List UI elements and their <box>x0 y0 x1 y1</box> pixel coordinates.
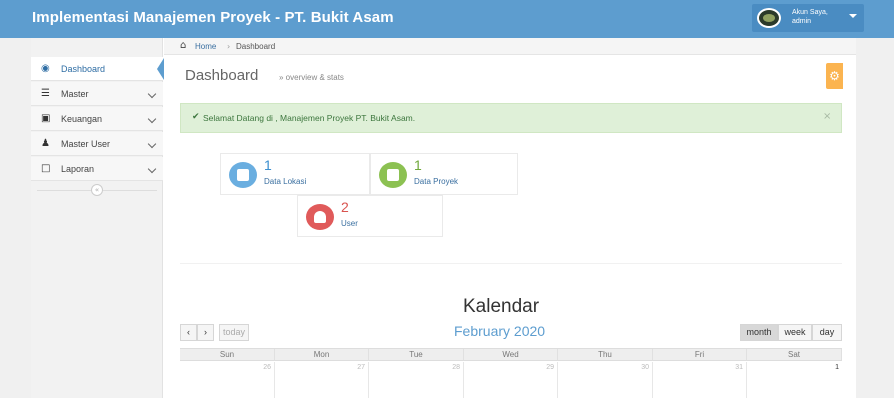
breadcrumb: ⌂ Home › Dashboard <box>164 38 856 55</box>
calendar-month-label: February 2020 <box>454 323 546 339</box>
stat-data-proyek[interactable]: 1 Data Proyek <box>370 153 518 195</box>
sidebar-item-label: Keuangan <box>61 114 103 124</box>
stat-label: Data Proyek <box>414 177 459 186</box>
breadcrumb-home-link[interactable]: Home <box>195 42 216 51</box>
chevron-down-icon <box>147 89 157 99</box>
calendar-view-month[interactable]: month <box>740 324 778 341</box>
welcome-alert: ✔ Selamat Datang di , Manajemen Proyek P… <box>180 103 842 133</box>
top-navbar: Implementasi Manajemen Proyek - PT. Buki… <box>0 0 894 38</box>
weekday-header: Mon <box>275 349 369 361</box>
home-icon[interactable]: ⌂ <box>180 41 186 51</box>
sidebar-item-master-user[interactable]: ♟ Master User <box>31 132 163 156</box>
weekday-header: Tue <box>369 349 464 361</box>
weekday-header: Thu <box>558 349 653 361</box>
page-title: Dashboard <box>185 67 259 84</box>
calendar-day-cell[interactable]: 31 <box>653 362 747 398</box>
breadcrumb-current: Dashboard <box>236 42 276 51</box>
calendar-day-cell[interactable]: 28 <box>369 362 464 398</box>
settings-gear-button[interactable]: ⚙ <box>826 63 843 89</box>
calendar-day-cell[interactable]: 27 <box>275 362 369 398</box>
weekday-header: Fri <box>653 349 747 361</box>
stat-label: User <box>341 219 358 228</box>
calendar-grid: Sun Mon Tue Wed Thu Fri Sat 26 27 28 29 … <box>180 348 842 398</box>
stat-value: 1 <box>414 157 422 173</box>
check-icon: ✔ <box>192 112 200 122</box>
sidebar-item-label: Dashboard <box>61 64 106 74</box>
app-title: Implementasi Manajemen Proyek - PT. Buki… <box>32 9 394 26</box>
chevron-right-icon: › <box>204 327 207 337</box>
stat-value: 1 <box>264 157 272 173</box>
sidebar-item-dashboard[interactable]: ◉ Dashboard <box>31 57 164 81</box>
caret-down-icon <box>849 14 857 18</box>
sidebar-item-master[interactable]: ☰ Master <box>31 82 163 106</box>
calendar-day-cell[interactable]: 26 <box>180 362 275 398</box>
dashboard-icon: ◉ <box>41 63 50 74</box>
calendar-prev-button[interactable]: ‹ <box>180 324 197 341</box>
user-icon <box>306 204 334 230</box>
sidebar-item-label: Laporan <box>61 164 95 174</box>
user-menu-label: Akun Saya, admin <box>792 8 828 26</box>
avatar <box>757 8 781 28</box>
stat-user[interactable]: 2 User <box>297 195 443 237</box>
close-icon[interactable]: × <box>823 111 831 122</box>
calendar-title: Kalendar <box>463 296 540 317</box>
chevron-down-icon <box>147 139 157 149</box>
sidebar-collapse-button[interactable]: « <box>91 184 103 196</box>
weekday-header: Sat <box>747 349 842 361</box>
sidebar-item-label: Master <box>61 89 89 99</box>
calendar-day-cell[interactable]: 1 <box>747 362 842 398</box>
document-icon <box>379 162 407 188</box>
divider <box>180 263 842 264</box>
calendar-day-cell[interactable]: 29 <box>464 362 558 398</box>
breadcrumb-separator: › <box>227 42 231 51</box>
user-greeting: Akun Saya, <box>792 9 828 16</box>
calendar-next-button[interactable]: › <box>197 324 214 341</box>
list-icon: ☰ <box>41 88 50 99</box>
calendar-view-day[interactable]: day <box>812 324 842 341</box>
list-icon <box>229 162 257 188</box>
sidebar: ◉ Dashboard ☰ Master ▣ Keuangan ♟ Master… <box>31 38 164 398</box>
sidebar-item-laporan[interactable]: □ Laporan <box>31 157 163 181</box>
page-subtitle: » overview & stats <box>279 73 344 82</box>
user-icon: ♟ <box>41 138 50 149</box>
chevron-left-icon: ‹ <box>187 327 190 337</box>
calendar-day-cell[interactable]: 30 <box>558 362 653 398</box>
sidebar-item-keuangan[interactable]: ▣ Keuangan <box>31 107 163 131</box>
user-menu[interactable]: Akun Saya, admin <box>752 4 864 32</box>
weekday-header: Wed <box>464 349 558 361</box>
stat-value: 2 <box>341 199 349 215</box>
stat-data-lokasi[interactable]: 1 Data Lokasi <box>220 153 370 195</box>
stat-label: Data Lokasi <box>264 177 307 186</box>
weekday-header: Sun <box>180 349 275 361</box>
file-icon: □ <box>41 163 51 174</box>
calendar-view-week[interactable]: week <box>778 324 812 341</box>
sidebar-item-label: Master User <box>61 139 111 149</box>
alert-message: Selamat Datang di , Manajemen Proyek PT.… <box>203 113 416 123</box>
chevron-down-icon <box>147 114 157 124</box>
user-name: admin <box>792 18 812 25</box>
chevron-down-icon <box>147 164 157 174</box>
money-icon: ▣ <box>41 113 51 124</box>
calendar-today-button[interactable]: today <box>219 324 249 341</box>
